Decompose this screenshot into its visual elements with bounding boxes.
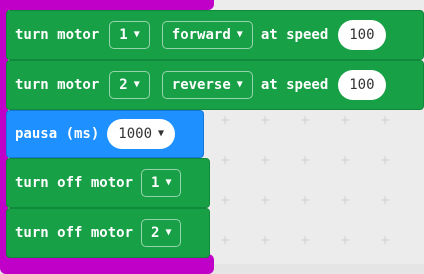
caret-down-icon: ▼ <box>133 79 140 90</box>
grid-plus-icon: + <box>379 153 391 167</box>
caret-down-icon: ▼ <box>236 79 243 90</box>
speed-input[interactable]: 100 <box>338 20 386 50</box>
block-label: turn motor <box>15 27 100 43</box>
pause-block[interactable]: pausa (ms) 1000 ▼ <box>6 110 204 158</box>
grid-plus-icon: + <box>379 193 391 207</box>
grid-plus-icon: + <box>259 153 271 167</box>
turn-motor-block-2[interactable]: turn motor 2 ▼ reverse ▼ at speed 100 <box>6 60 424 110</box>
grid-plus-icon: + <box>259 113 271 127</box>
grid-plus-icon: + <box>299 153 311 167</box>
speed-value: 100 <box>349 77 375 93</box>
caret-down-icon: ▼ <box>133 29 140 40</box>
pause-duration-value: 1000 <box>118 126 153 142</box>
grid-plus-icon: + <box>299 113 311 127</box>
grid-plus-icon: + <box>339 153 351 167</box>
motor-select-value: 1 <box>119 27 128 43</box>
direction-select-dropdown[interactable]: forward ▼ <box>161 21 253 49</box>
grid-plus-icon: + <box>379 113 391 127</box>
motor-select-dropdown[interactable]: 1 ▼ <box>141 169 182 197</box>
caret-down-icon: ▼ <box>158 128 165 139</box>
grid-plus-icon: + <box>259 233 271 247</box>
motor-select-value: 2 <box>119 77 128 93</box>
caret-down-icon: ▼ <box>165 227 172 238</box>
speed-input[interactable]: 100 <box>338 70 386 100</box>
motor-select-dropdown[interactable]: 1 ▼ <box>109 21 150 49</box>
grid-plus-icon: + <box>259 193 271 207</box>
grid-plus-icon: + <box>219 193 231 207</box>
motor-select-value: 2 <box>151 225 160 241</box>
motor-select-dropdown[interactable]: 2 ▼ <box>109 71 150 99</box>
direction-select-dropdown[interactable]: reverse ▼ <box>161 71 253 99</box>
block-label: turn motor <box>15 77 100 93</box>
pause-duration-dropdown[interactable]: 1000 ▼ <box>107 119 176 149</box>
motor-select-dropdown[interactable]: 2 ▼ <box>141 219 182 247</box>
at-speed-label: at speed <box>260 27 329 43</box>
block-label: turn off motor <box>15 175 134 191</box>
direction-select-value: reverse <box>171 77 231 93</box>
at-speed-label: at speed <box>260 77 329 93</box>
turn-motor-block-1[interactable]: turn motor 1 ▼ forward ▼ at speed 100 <box>6 10 424 60</box>
grid-plus-icon: + <box>379 233 391 247</box>
grid-plus-icon: + <box>339 193 351 207</box>
caret-down-icon: ▼ <box>165 177 172 188</box>
grid-plus-icon: + <box>299 233 311 247</box>
direction-select-value: forward <box>171 27 231 43</box>
speed-value: 100 <box>349 27 375 43</box>
container-block-top[interactable] <box>0 0 214 10</box>
turn-off-motor-block-1[interactable]: turn off motor 1 ▼ <box>6 158 210 208</box>
motor-select-value: 1 <box>151 175 160 191</box>
grid-plus-icon: + <box>219 153 231 167</box>
block-label: turn off motor <box>15 225 134 241</box>
grid-plus-icon: + <box>299 193 311 207</box>
grid-plus-icon: + <box>339 113 351 127</box>
grid-plus-icon: + <box>219 113 231 127</box>
turn-off-motor-block-2[interactable]: turn off motor 2 ▼ <box>6 208 210 258</box>
grid-plus-icon: + <box>339 233 351 247</box>
block-label: pausa (ms) <box>15 126 100 142</box>
grid-plus-icon: + <box>219 233 231 247</box>
blocks-workspace[interactable]: + + + + + + + + + + + + + + + + + + + + turn motor 1 ▼ forw… <box>0 0 424 274</box>
caret-down-icon: ▼ <box>236 29 243 40</box>
